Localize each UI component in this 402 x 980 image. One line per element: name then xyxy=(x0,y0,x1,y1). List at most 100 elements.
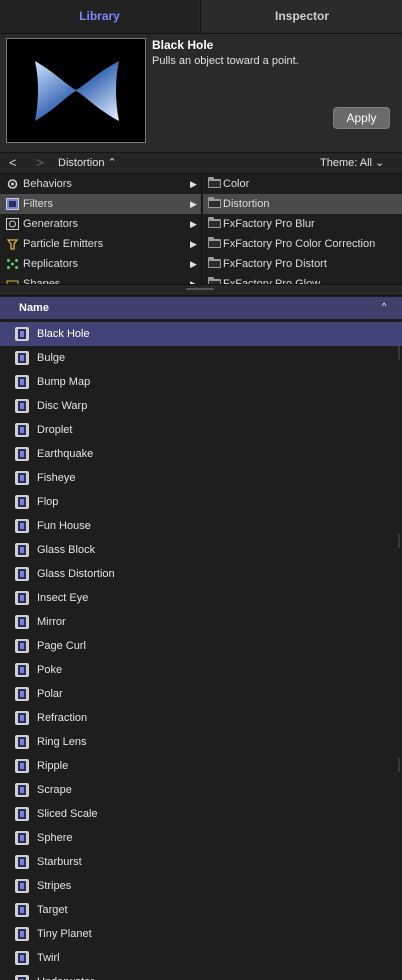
list-item[interactable]: Scrape xyxy=(0,778,402,802)
subcategory-distortion[interactable]: Distortion xyxy=(203,194,402,214)
filter-icon xyxy=(15,447,29,461)
filter-icon xyxy=(15,831,29,845)
list-item[interactable]: Droplet xyxy=(0,418,402,442)
gear-icon xyxy=(7,179,18,189)
theme-popup[interactable]: Theme: All ⌄ xyxy=(320,156,384,169)
category-generators[interactable]: Generators ▶ xyxy=(0,214,201,234)
splitter-handle[interactable] xyxy=(186,288,214,290)
list-item[interactable]: Fisheye xyxy=(0,466,402,490)
subcategory-fxfactory-distort[interactable]: FxFactory Pro Distort xyxy=(203,254,402,274)
apply-button[interactable]: Apply xyxy=(333,107,390,129)
filter-icon xyxy=(15,903,29,917)
replicator-icon xyxy=(7,259,18,269)
back-icon[interactable]: < xyxy=(9,155,17,170)
list-item[interactable]: Stripes xyxy=(0,874,402,898)
list-item[interactable]: Glass Distortion xyxy=(0,562,402,586)
list-item[interactable]: Twirl xyxy=(0,946,402,970)
filter-icon xyxy=(15,663,29,677)
folder-icon xyxy=(208,237,221,248)
subcategory-color[interactable]: Color xyxy=(203,174,402,194)
filter-icon xyxy=(15,567,29,581)
filter-icon xyxy=(15,375,29,389)
subcategory-fxfactory-color-correction[interactable]: FxFactory Pro Color Correction xyxy=(203,234,402,254)
category-behaviors[interactable]: Behaviors ▶ xyxy=(0,174,201,194)
filter-icon xyxy=(15,399,29,413)
filter-icon xyxy=(15,735,29,749)
list-item[interactable]: Target xyxy=(0,898,402,922)
filter-icon xyxy=(15,879,29,893)
list-item[interactable]: Page Curl xyxy=(0,634,402,658)
filter-icon xyxy=(15,711,29,725)
preview-area: Black Hole Pulls an object toward a poin… xyxy=(0,34,402,152)
tab-inspector[interactable]: Inspector xyxy=(200,0,402,33)
filter-icon xyxy=(15,807,29,821)
subcategory-fxfactory-blur[interactable]: FxFactory Pro Blur xyxy=(203,214,402,234)
list-item[interactable]: Tiny Planet xyxy=(0,922,402,946)
list-item[interactable]: Starburst xyxy=(0,850,402,874)
folder-icon xyxy=(208,257,221,268)
scrollbar-tick xyxy=(398,758,400,772)
list-item[interactable]: Poke xyxy=(0,658,402,682)
list-item[interactable]: Ring Lens xyxy=(0,730,402,754)
pane-splitter[interactable] xyxy=(0,284,402,296)
list-item[interactable]: Black Hole xyxy=(0,322,402,346)
column-header-name[interactable]: Name xyxy=(19,302,49,314)
filter-icon xyxy=(15,471,29,485)
filter-icon xyxy=(15,759,29,773)
emitter-icon xyxy=(6,239,19,250)
filter-icon xyxy=(15,591,29,605)
list-item[interactable]: Ripple xyxy=(0,754,402,778)
list-item[interactable]: Refraction xyxy=(0,706,402,730)
category-particle-emitters[interactable]: Particle Emitters ▶ xyxy=(0,234,201,254)
forward-icon[interactable]: > xyxy=(36,155,44,170)
list-item[interactable]: Sphere xyxy=(0,826,402,850)
list-item[interactable]: Bulge xyxy=(0,346,402,370)
category-column: Behaviors ▶ Filters ▶ Generators ▶ Parti… xyxy=(0,174,202,284)
category-shapes[interactable]: Shapes ▶ xyxy=(0,274,201,284)
filter-icon xyxy=(15,327,29,341)
folder-icon xyxy=(208,217,221,228)
list-item[interactable]: Underwater xyxy=(0,970,402,980)
browser-nav-bar: < > Distortion ⌃ Theme: All ⌄ xyxy=(0,152,402,174)
list-item[interactable]: Insect Eye xyxy=(0,586,402,610)
list-item[interactable]: Flop xyxy=(0,490,402,514)
list-item[interactable]: Bump Map xyxy=(0,370,402,394)
generator-icon xyxy=(6,218,19,230)
list-item[interactable]: Polar xyxy=(0,682,402,706)
category-replicators[interactable]: Replicators ▶ xyxy=(0,254,201,274)
list-item[interactable]: Mirror xyxy=(0,610,402,634)
folder-icon xyxy=(208,197,221,208)
filter-icon xyxy=(15,687,29,701)
filter-icon xyxy=(15,639,29,653)
disclosure-arrow-icon: ▶ xyxy=(190,219,197,229)
tab-library[interactable]: Library xyxy=(0,0,199,33)
filter-icon xyxy=(15,351,29,365)
subcategory-fxfactory-glow[interactable]: FxFactory Pro Glow xyxy=(203,274,402,284)
disclosure-arrow-icon: ▶ xyxy=(190,279,197,284)
list-item[interactable]: Disc Warp xyxy=(0,394,402,418)
list-item[interactable]: Earthquake xyxy=(0,442,402,466)
list-item[interactable]: Glass Block xyxy=(0,538,402,562)
filter-icon xyxy=(15,615,29,629)
list-header[interactable]: Name ^ xyxy=(0,297,402,319)
preview-thumbnail xyxy=(6,38,146,143)
filter-icon xyxy=(6,198,19,210)
filter-icon xyxy=(15,495,29,509)
scrollbar-tick xyxy=(398,534,400,548)
sort-ascending-icon[interactable]: ^ xyxy=(382,301,386,311)
breadcrumb-popup[interactable]: Distortion ⌃ xyxy=(58,156,117,169)
folder-icon xyxy=(208,177,221,188)
filter-icon xyxy=(15,855,29,869)
disclosure-arrow-icon: ▶ xyxy=(190,179,197,189)
scrollbar-tick xyxy=(398,346,400,360)
subcategory-column: Color Distortion FxFactory Pro Blur FxFa… xyxy=(203,174,402,284)
category-filters[interactable]: Filters ▶ xyxy=(0,194,201,214)
filter-icon xyxy=(15,783,29,797)
disclosure-arrow-icon: ▶ xyxy=(190,199,197,209)
list-item[interactable]: Sliced Scale xyxy=(0,802,402,826)
filter-icon xyxy=(15,927,29,941)
list-item[interactable]: Fun House xyxy=(0,514,402,538)
preview-title: Black Hole xyxy=(152,38,214,52)
filter-list: Black Hole Bulge Bump Map Disc Warp Drop… xyxy=(0,322,402,980)
filter-icon xyxy=(15,951,29,965)
